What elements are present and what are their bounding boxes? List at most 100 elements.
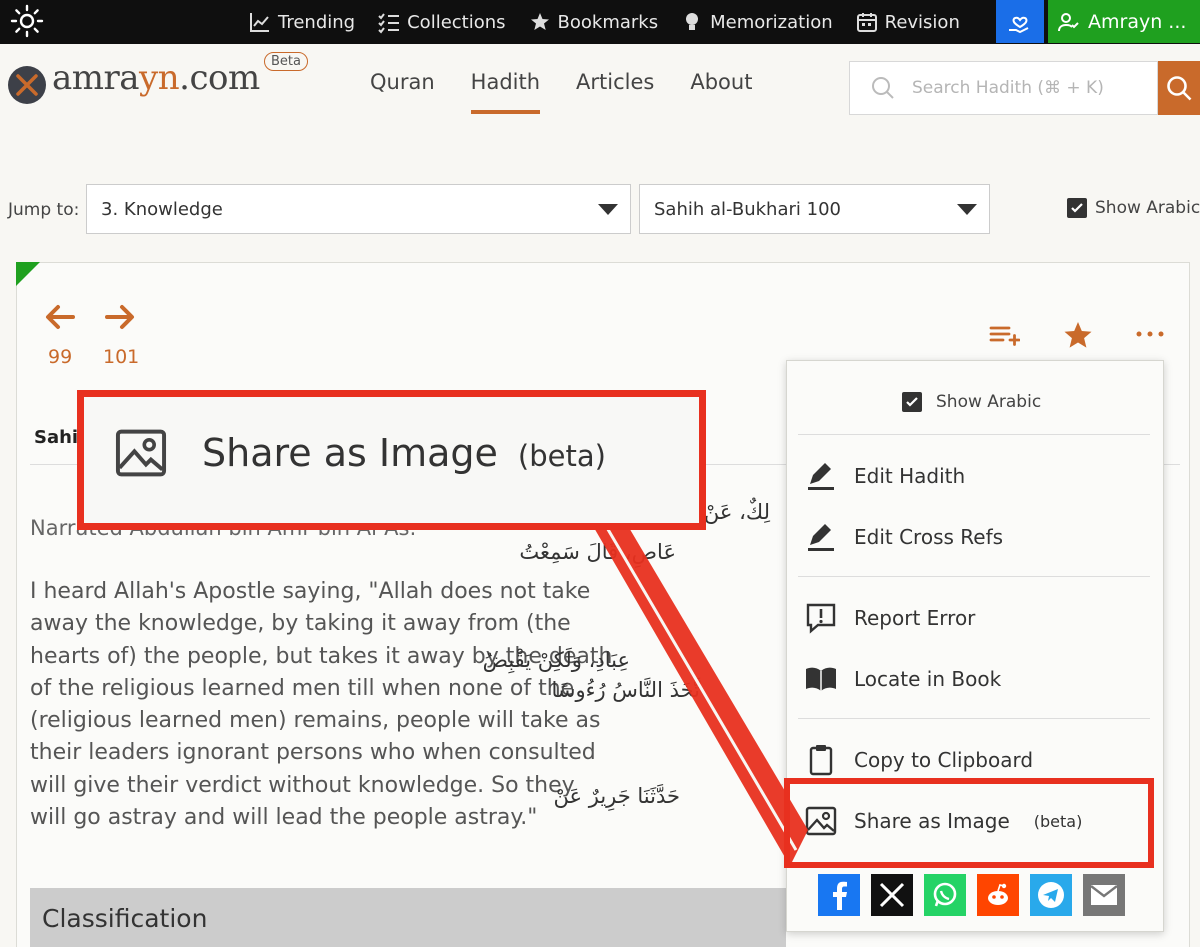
email-share-button[interactable] [1083, 874, 1125, 916]
theme-toggle-sun-icon[interactable] [10, 4, 44, 38]
top-nav: Trending Collections Bookmarks Memorizat… [248, 0, 960, 44]
classification-header[interactable]: Classification [30, 888, 786, 947]
menu-copy-clipboard[interactable]: Copy to Clipboard [804, 743, 1033, 777]
menu-locate-in-book[interactable]: Locate in Book [804, 662, 1001, 696]
next-number[interactable]: 101 [103, 346, 139, 368]
telegram-icon [1038, 882, 1064, 908]
show-arabic-label: Show Arabic [1095, 198, 1200, 218]
clipboard-icon [809, 745, 833, 776]
envelope-icon [1090, 885, 1118, 905]
nav-trending-label: Trending [278, 11, 356, 33]
beta-badge: Beta [264, 52, 308, 71]
nav-revision-label: Revision [884, 11, 960, 33]
search-icon [1167, 76, 1192, 101]
nav-trending[interactable]: Trending [248, 10, 355, 34]
share-buttons [818, 874, 1125, 916]
arabic-line-1: لِكٌ، عَنْ [703, 500, 770, 524]
menu-highlight-box [784, 778, 1154, 868]
logo-wordmark[interactable]: amrayn.com [52, 58, 260, 98]
telegram-share-button[interactable] [1030, 874, 1072, 916]
facebook-share-button[interactable] [818, 874, 860, 916]
arabic-line-2: عَاصِ، قَالَ سَمِعْتُ [519, 540, 676, 564]
calendar-icon [856, 13, 877, 32]
search-button[interactable] [1158, 61, 1200, 115]
reddit-icon [988, 883, 1008, 905]
menu-report-error[interactable]: Report Error [804, 601, 975, 635]
menu-edit-cross-refs[interactable]: Edit Cross Refs [804, 520, 1003, 554]
nav-collections-label: Collections [407, 11, 506, 33]
heart-hand-icon [1009, 16, 1029, 33]
reddit-share-button[interactable] [977, 874, 1019, 916]
menu-show-arabic-label: Show Arabic [936, 392, 1042, 412]
arabic-line-4: تَّخَذَ النَّاسُ رُءُوسًا [551, 678, 700, 702]
arrow-right-icon[interactable] [103, 302, 137, 332]
x-icon [879, 882, 905, 908]
pencil-icon [808, 463, 834, 490]
nav-collections[interactable]: Collections [377, 10, 506, 34]
report-icon [806, 603, 836, 634]
menu-locate-in-book-label: Locate in Book [854, 667, 1002, 691]
zoom-callout-beta: (beta) [517, 439, 606, 473]
donate-button[interactable] [996, 0, 1044, 43]
pencil-icon [808, 524, 834, 551]
search-input[interactable] [912, 78, 1142, 98]
nav-memorization-label: Memorization [710, 11, 833, 33]
whatsapp-share-button[interactable] [924, 874, 966, 916]
chevron-down-icon [598, 204, 618, 215]
user-menu-button[interactable]: Amrayn ... [1048, 0, 1200, 43]
checkbox-checked-icon[interactable] [1067, 198, 1087, 218]
chapter-select-value: 3. Knowledge [101, 198, 223, 220]
book-icon [806, 667, 836, 691]
lightbulb-icon [686, 13, 699, 30]
logo-part-b: yn [139, 58, 180, 98]
hadith-select-value: Sahih al-Bukhari 100 [654, 198, 841, 220]
arrow-left-icon[interactable] [43, 302, 77, 332]
arabic-line-3: عِبَادِ، وَلَكِنْ يَقْبِضُ [482, 648, 630, 672]
nav-revision[interactable]: Revision [855, 10, 960, 34]
jump-to-label: Jump to: [8, 200, 80, 220]
menu-show-arabic-toggle[interactable]: Show Arabic [902, 392, 1041, 412]
zoom-callout-content: Share as Image (beta) [110, 425, 606, 481]
whatsapp-icon [933, 882, 957, 907]
nav-about[interactable]: About [690, 70, 752, 94]
zoom-callout-label: Share as Image [202, 431, 498, 475]
stars-icon [530, 13, 549, 30]
nav-memorization[interactable]: Memorization [680, 10, 833, 34]
zoom-callout: Share as Image (beta) [77, 390, 706, 530]
nav-articles[interactable]: Articles [576, 70, 654, 94]
hadith-text: I heard Allah's Apostle saying, "Allah d… [30, 579, 613, 831]
nav-quran[interactable]: Quran [370, 70, 435, 94]
checkbox-checked-icon[interactable] [902, 392, 922, 412]
user-check-icon [1058, 12, 1079, 31]
logo-part-a: amra [52, 58, 140, 98]
image-icon [115, 429, 167, 477]
chapter-select[interactable]: 3. Knowledge [86, 184, 631, 234]
show-arabic-toggle[interactable]: Show Arabic [1067, 198, 1200, 218]
logo-part-c: .com [179, 58, 260, 98]
arabic-line-5: حَدَّثَنَا جَرِيرٌ عَنْ [553, 784, 680, 808]
search-box [849, 61, 1158, 115]
corner-marker [16, 262, 40, 286]
nav-bookmarks[interactable]: Bookmarks [528, 10, 658, 34]
x-share-button[interactable] [871, 874, 913, 916]
menu-divider [798, 576, 1150, 577]
add-to-list-icon[interactable] [988, 320, 1020, 350]
main-nav: Quran Hadith Articles About [370, 70, 752, 114]
hadith-select[interactable]: Sahih al-Bukhari 100 [639, 184, 990, 234]
logo-icon[interactable] [8, 66, 46, 104]
menu-edit-hadith[interactable]: Edit Hadith [804, 459, 965, 493]
star-icon[interactable] [1062, 320, 1094, 350]
chevron-down-icon [957, 204, 977, 215]
facebook-icon [833, 881, 847, 910]
search-icon [872, 77, 894, 99]
nav-hadith[interactable]: Hadith [470, 70, 541, 114]
menu-edit-hadith-label: Edit Hadith [854, 464, 966, 488]
menu-divider [798, 718, 1150, 719]
collection-tab[interactable]: Sahi [34, 427, 78, 448]
more-options-icon[interactable] [1134, 320, 1166, 350]
menu-edit-cross-refs-label: Edit Cross Refs [854, 525, 1004, 549]
menu-report-error-label: Report Error [854, 606, 976, 630]
menu-copy-clipboard-label: Copy to Clipboard [854, 748, 1034, 772]
prev-number[interactable]: 99 [48, 346, 72, 368]
top-bar: Trending Collections Bookmarks Memorizat… [0, 0, 1200, 44]
